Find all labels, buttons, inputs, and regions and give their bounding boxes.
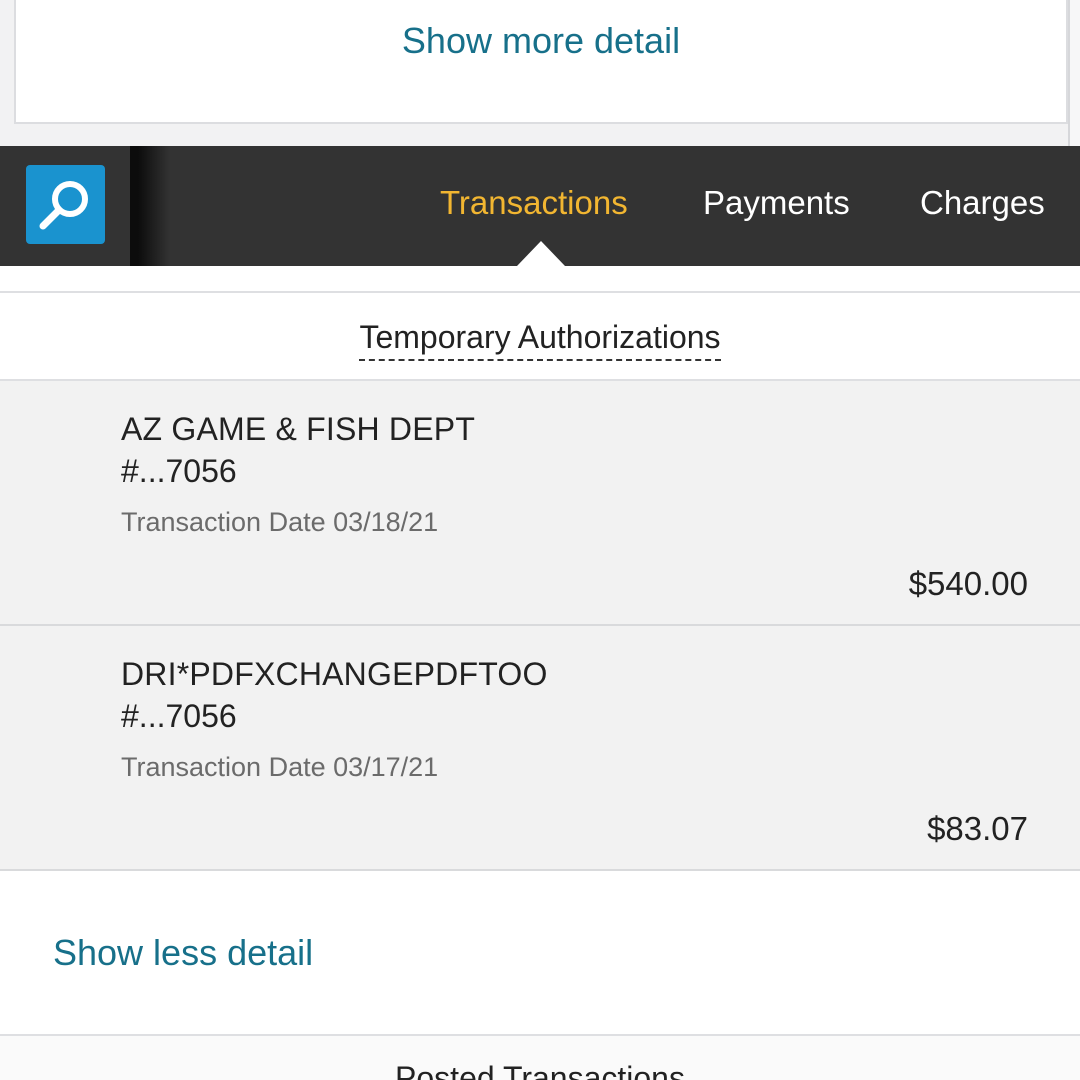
previous-card: Show more detail bbox=[14, 0, 1068, 124]
transaction-date: Transaction Date 03/17/21 bbox=[121, 752, 439, 782]
transactions-nav-bar: Transactions Payments Charges bbox=[0, 146, 1080, 266]
transactions-panel: Temporary Authorizations AZ GAME & FISH … bbox=[0, 266, 1080, 1080]
active-tab-indicator bbox=[517, 241, 565, 266]
transaction-amount: $83.07 bbox=[927, 810, 1028, 847]
tab-transactions[interactable]: Transactions bbox=[440, 184, 628, 222]
transaction-date: Transaction Date 03/18/21 bbox=[121, 507, 439, 537]
transaction-row[interactable]: DRI*PDFXCHANGEPDFTOO #...7056 Transactio… bbox=[0, 626, 1080, 871]
search-icon bbox=[39, 181, 88, 230]
transaction-amount: $540.00 bbox=[908, 565, 1028, 602]
tab-payments[interactable]: Payments bbox=[703, 184, 850, 222]
merchant-name: AZ GAME & FISH DEPT bbox=[121, 411, 476, 447]
account-number: #...7056 bbox=[121, 698, 237, 734]
transaction-row[interactable]: AZ GAME & FISH DEPT #...7056 Transaction… bbox=[0, 381, 1080, 626]
posted-transactions-header: Posted Transactions bbox=[0, 1034, 1080, 1080]
account-number: #...7056 bbox=[121, 453, 237, 489]
merchant-name: DRI*PDFXCHANGEPDFTOO bbox=[121, 656, 548, 692]
section-title[interactable]: Temporary Authorizations bbox=[359, 319, 721, 361]
nav-divider bbox=[130, 146, 170, 266]
temporary-authorizations-header: Temporary Authorizations bbox=[0, 291, 1080, 381]
show-more-detail-link[interactable]: Show more detail bbox=[16, 20, 1066, 62]
tab-charges[interactable]: Charges bbox=[920, 184, 1045, 222]
show-less-detail-link[interactable]: Show less detail bbox=[53, 932, 313, 974]
search-button[interactable] bbox=[26, 165, 105, 244]
posted-section-title[interactable]: Posted Transactions bbox=[0, 1060, 1080, 1080]
